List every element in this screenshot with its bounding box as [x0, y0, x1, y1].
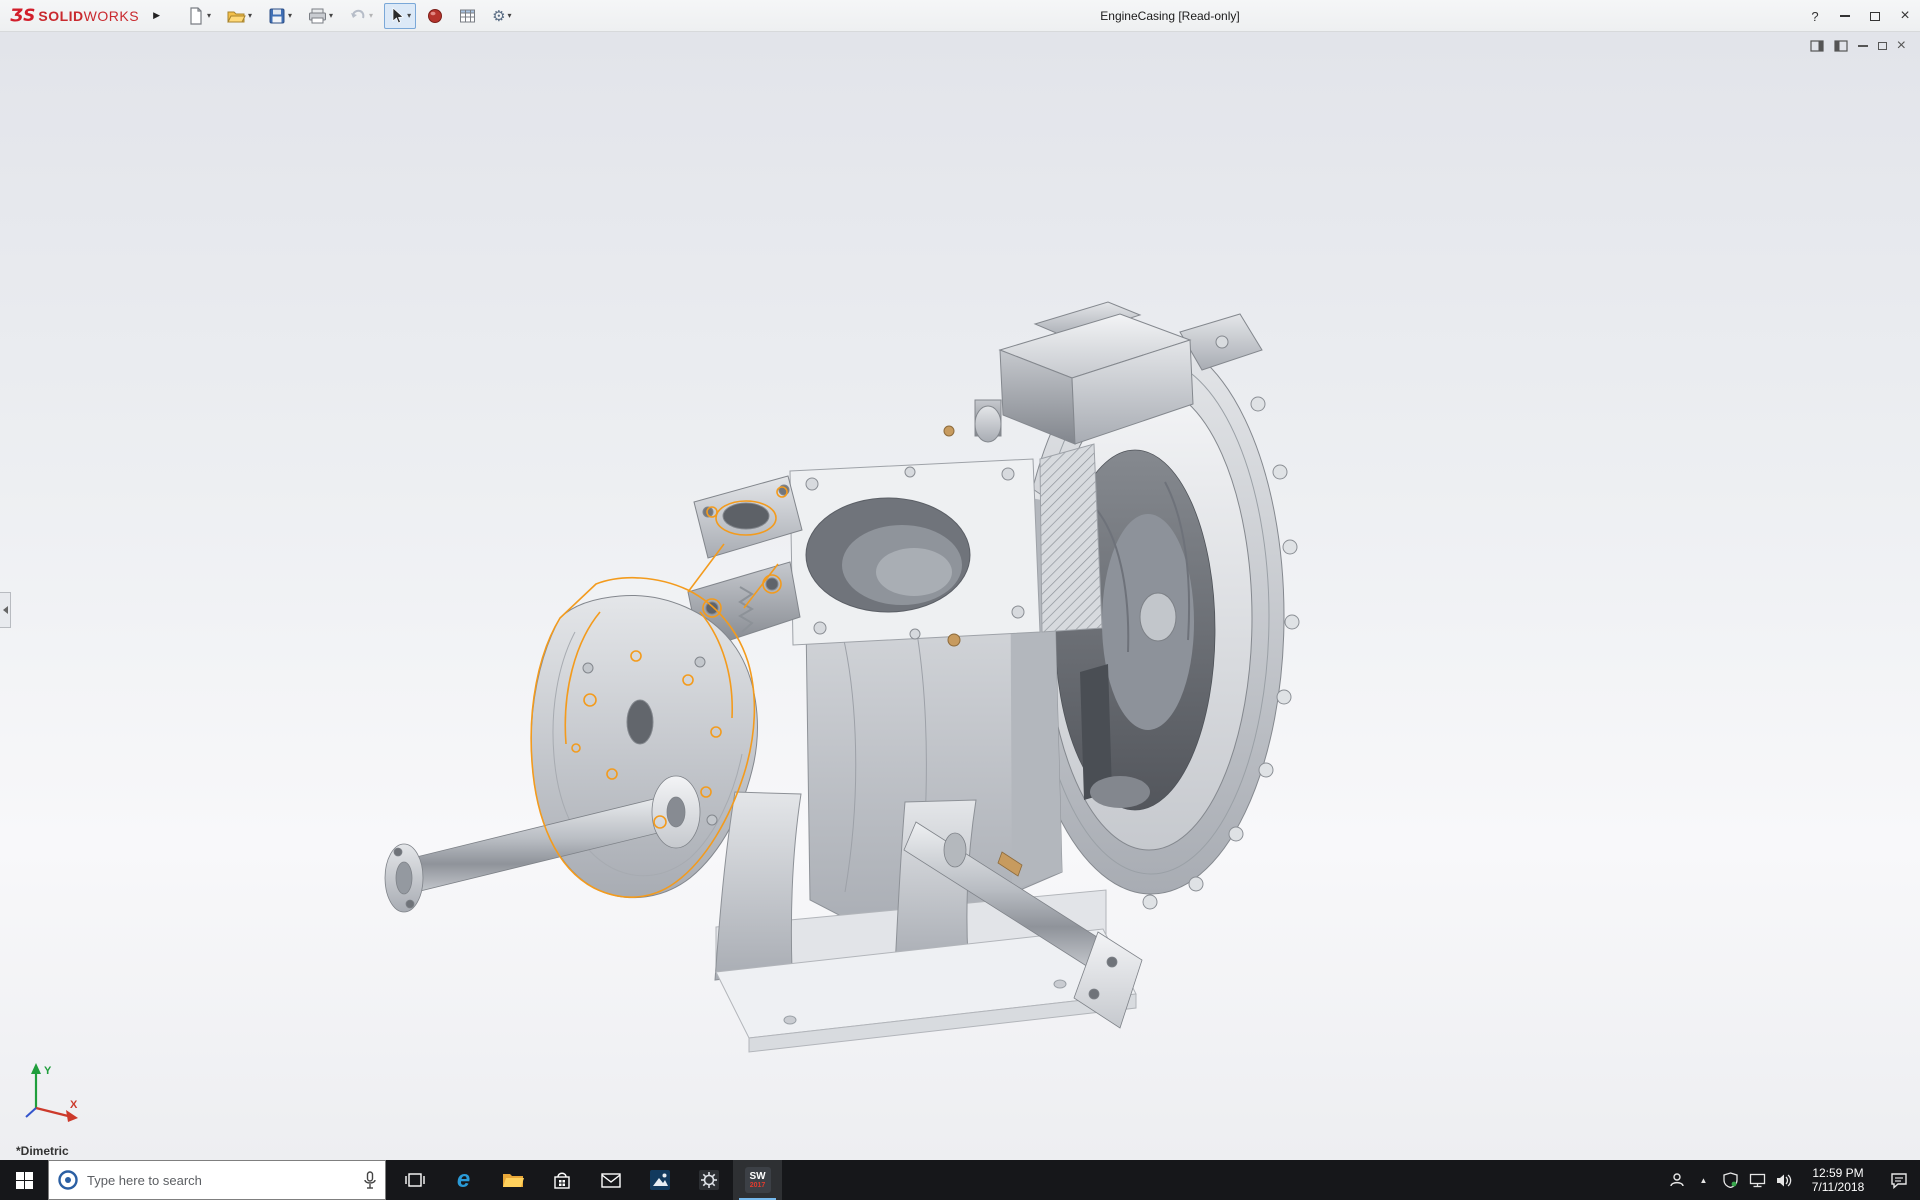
- design-table-button[interactable]: [454, 3, 481, 29]
- solidworks-logo: ƷS SOLIDWORKS: [10, 6, 139, 26]
- close-button[interactable]: ×: [1890, 0, 1920, 32]
- document-window-controls: ×: [1810, 38, 1906, 54]
- taskbar-search[interactable]: [48, 1160, 386, 1200]
- featuremanager-flyout-tab[interactable]: [0, 592, 11, 628]
- dassault-3ds-logo-icon: ƷS: [10, 6, 35, 26]
- options-gear-icon: ⚙: [492, 7, 505, 25]
- save-button[interactable]: ▾: [263, 3, 297, 29]
- start-button[interactable]: [0, 1160, 48, 1200]
- window-title: EngineCasing [Read-only]: [1000, 9, 1340, 23]
- triad-x-label: X: [70, 1099, 78, 1111]
- task-view-icon: [405, 1172, 425, 1188]
- quick-access-toolbar: ▾ ▾ ▾ ▾: [182, 3, 523, 29]
- open-folder-icon: [227, 7, 246, 25]
- minimize-button[interactable]: [1830, 0, 1860, 32]
- appearance-sphere-icon: [427, 8, 443, 24]
- clock-time: 12:59 PM: [1798, 1166, 1878, 1180]
- chevron-up-icon: ▲: [1700, 1176, 1708, 1185]
- select-tool-button[interactable]: ▾: [384, 3, 416, 29]
- brand-name-light: WORKS: [84, 8, 139, 24]
- file-explorer-button[interactable]: [488, 1160, 537, 1200]
- doc-minimize-button[interactable]: [1858, 45, 1868, 47]
- solidworks-app-icon: SW 2017: [745, 1167, 771, 1193]
- display-pane-icon[interactable]: [1810, 40, 1824, 52]
- minimize-icon: [1840, 15, 1850, 17]
- window-controls: ? ×: [1800, 0, 1920, 32]
- volume-tray-button[interactable]: [1771, 1160, 1798, 1200]
- collapse-arrow-icon: [3, 606, 8, 614]
- options-button[interactable]: ⚙ ▾: [487, 3, 516, 29]
- printer-icon: [308, 7, 327, 25]
- people-icon: [1669, 1172, 1685, 1188]
- engine-casing-model[interactable]: [0, 32, 1920, 1160]
- view-orientation-label: *Dimetric: [16, 1144, 69, 1158]
- action-center-icon: [1890, 1172, 1908, 1189]
- store-button[interactable]: [537, 1160, 586, 1200]
- edge-icon: e: [457, 1166, 470, 1194]
- edge-button[interactable]: e: [439, 1160, 488, 1200]
- new-document-icon: [187, 7, 205, 25]
- network-tray-button[interactable]: [1744, 1160, 1771, 1200]
- orientation-triad: Y X: [18, 1060, 84, 1126]
- mail-icon: [601, 1173, 621, 1188]
- photos-icon: [649, 1169, 671, 1191]
- undo-arrow-icon: [349, 7, 367, 25]
- doc-close-button[interactable]: ×: [1897, 38, 1906, 54]
- select-cursor-icon: [389, 7, 405, 25]
- search-input[interactable]: [87, 1173, 363, 1188]
- task-view-button[interactable]: [390, 1160, 439, 1200]
- taskbar-clock[interactable]: 12:59 PM 7/11/2018: [1798, 1166, 1878, 1194]
- graphics-viewport[interactable]: × Y X *Dimetric: [0, 32, 1920, 1160]
- ethernet-network-icon: [1749, 1173, 1766, 1188]
- taskbar-apps: e: [390, 1160, 782, 1200]
- title-bar: ƷS SOLIDWORKS ▶ ▾ ▾ ▾: [0, 0, 1920, 32]
- cortana-icon: [57, 1169, 79, 1191]
- intake-flange[interactable]: [790, 444, 1102, 646]
- help-button[interactable]: ?: [1800, 0, 1830, 32]
- clock-date: 7/11/2018: [1798, 1180, 1878, 1194]
- file-explorer-icon: [502, 1171, 524, 1189]
- people-button[interactable]: [1663, 1160, 1690, 1200]
- menu-flyout-arrow-icon[interactable]: ▶: [153, 10, 160, 21]
- maximize-button[interactable]: [1860, 0, 1890, 32]
- windows-logo-icon: [16, 1172, 33, 1189]
- open-button[interactable]: ▾: [222, 3, 257, 29]
- design-table-icon: [459, 8, 476, 24]
- photos-button[interactable]: [635, 1160, 684, 1200]
- volume-icon: [1776, 1173, 1793, 1188]
- settings-button[interactable]: [684, 1160, 733, 1200]
- new-document-button[interactable]: ▾: [182, 3, 216, 29]
- save-floppy-icon: [268, 7, 286, 25]
- store-icon: [553, 1171, 571, 1190]
- print-button[interactable]: ▾: [303, 3, 338, 29]
- undo-button[interactable]: ▾: [344, 3, 378, 29]
- windows-taskbar: e: [0, 1160, 1920, 1200]
- settings-gear-icon: [698, 1169, 720, 1191]
- action-center-button[interactable]: [1878, 1160, 1920, 1200]
- shield-icon: [1723, 1172, 1738, 1188]
- doc-restore-button[interactable]: [1878, 42, 1887, 50]
- hidden-icons-button[interactable]: ▲: [1690, 1160, 1717, 1200]
- system-tray: ▲ 12:59 PM 7/11/2018: [1663, 1160, 1920, 1200]
- task-pane-icon[interactable]: [1834, 40, 1848, 52]
- triad-y-label: Y: [44, 1065, 52, 1077]
- brand-name-bold: SOLID: [38, 8, 83, 24]
- appearances-button[interactable]: [422, 3, 448, 29]
- maximize-icon: [1870, 12, 1880, 21]
- mail-button[interactable]: [586, 1160, 635, 1200]
- defender-tray-button[interactable]: [1717, 1160, 1744, 1200]
- solidworks-taskbar-button[interactable]: SW 2017: [733, 1160, 782, 1200]
- microphone-icon[interactable]: [363, 1171, 377, 1190]
